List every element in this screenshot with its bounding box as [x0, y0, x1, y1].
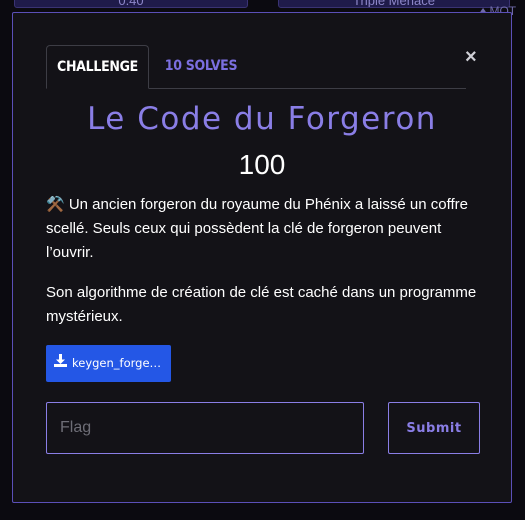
tab-solves[interactable]: 10 SOLVES: [156, 45, 246, 89]
submit-button[interactable]: Submit: [388, 402, 480, 454]
file-name: keygen_forge…: [72, 356, 162, 370]
flag-input[interactable]: [46, 402, 364, 454]
challenge-modal: CHALLENGE 10 SOLVES × Le Code du Forgero…: [12, 12, 512, 503]
close-icon[interactable]: ×: [465, 47, 481, 67]
background-card-text: 0.40: [118, 0, 144, 8]
download-icon: [54, 345, 68, 382]
challenge-title: Le Code du Forgeron: [87, 101, 437, 137]
modal-tabs: CHALLENGE 10 SOLVES: [46, 45, 466, 89]
file-download-button[interactable]: keygen_forge…: [46, 345, 171, 382]
description-paragraph: ⚒️ Un ancien forgeron du royaume du Phén…: [46, 196, 468, 261]
tab-challenge[interactable]: CHALLENGE: [46, 45, 149, 89]
challenge-description: ⚒️ Un ancien forgeron du royaume du Phén…: [46, 193, 486, 345]
background-challenge-card[interactable]: Triple Menace: [278, 0, 510, 8]
background-challenge-card[interactable]: 0.40: [14, 0, 248, 8]
challenge-points: 100: [238, 149, 286, 180]
description-paragraph: Son algorithme de création de clé est ca…: [46, 284, 477, 325]
background-card-text: Triple Menace: [353, 0, 435, 8]
